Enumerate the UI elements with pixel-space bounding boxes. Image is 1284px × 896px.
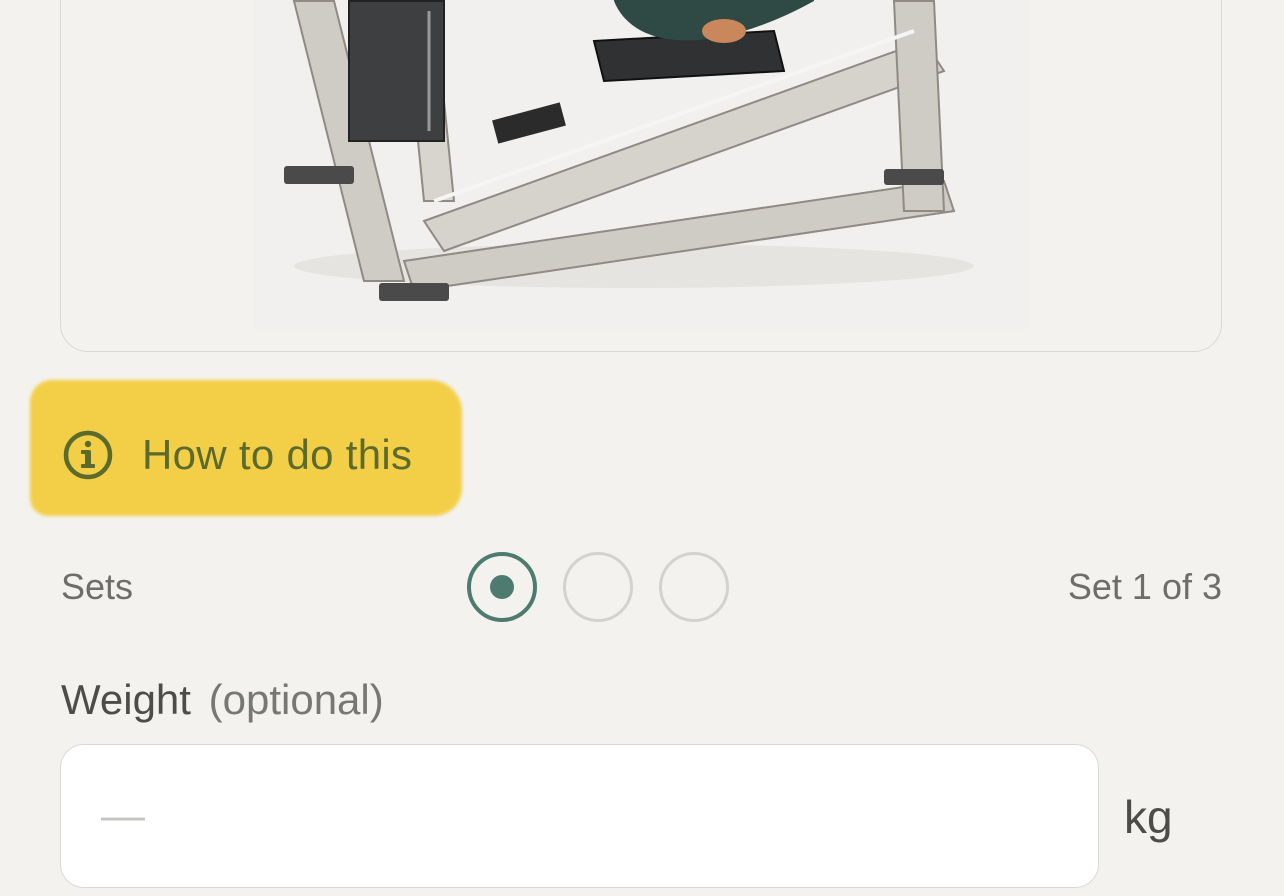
set-2-button[interactable] bbox=[563, 552, 633, 622]
how-to-label: How to do this bbox=[142, 431, 413, 478]
leg-press-machine-image bbox=[254, 0, 1030, 329]
set-1-button[interactable] bbox=[467, 552, 537, 622]
set-selected-indicator bbox=[490, 575, 514, 599]
weight-input[interactable] bbox=[60, 744, 1099, 888]
exercise-image-card bbox=[60, 0, 1222, 352]
set-selector bbox=[467, 552, 729, 622]
how-to-button[interactable]: How to do this bbox=[62, 420, 412, 490]
weight-label: Weight (optional) bbox=[61, 676, 384, 724]
weight-optional-label: (optional) bbox=[208, 676, 384, 723]
weight-unit: kg bbox=[1124, 791, 1173, 843]
weight-label-text: Weight bbox=[61, 676, 191, 723]
set-progress-text: Set 1 of 3 bbox=[1067, 566, 1222, 607]
info-icon bbox=[63, 430, 113, 480]
set-3-button[interactable] bbox=[659, 552, 729, 622]
sets-label: Sets bbox=[61, 566, 134, 607]
